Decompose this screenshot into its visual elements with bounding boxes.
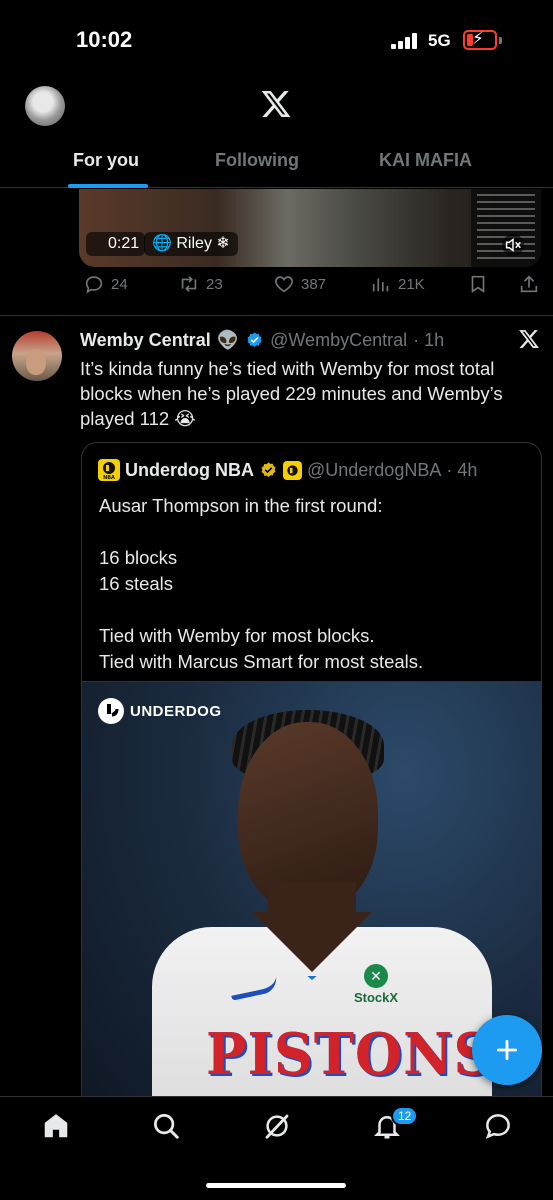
- heart-icon: [275, 276, 293, 293]
- timeline-tabs: For you Following KAI MAFIA: [0, 140, 553, 188]
- profile-avatar[interactable]: [25, 86, 65, 126]
- signal-icon: [391, 33, 417, 49]
- affiliate-badge-icon: [283, 460, 302, 480]
- status-bar: 10:02 5G ⚡: [0, 0, 553, 80]
- home-icon[interactable]: [41, 1111, 71, 1141]
- quote-time: · 4h: [446, 459, 478, 480]
- author-avatar[interactable]: [12, 331, 62, 381]
- sponsor-patch: ✕ StockX: [344, 964, 408, 1005]
- gold-verified-badge-icon: [261, 461, 276, 477]
- network-label: 5G: [428, 31, 451, 50]
- grok-icon[interactable]: [262, 1111, 292, 1141]
- share-icon: [520, 275, 538, 293]
- video-tag: 🌐 Riley ❄: [144, 232, 238, 256]
- x-brand-icon[interactable]: [518, 328, 540, 350]
- views-button[interactable]: 21K: [370, 273, 425, 295]
- charging-icon: ⚡: [472, 29, 484, 48]
- jersey-text: PISTONS: [206, 1020, 494, 1088]
- quote-text: Ausar Thompson in the first round: 16 bl…: [99, 495, 424, 672]
- tweet-text: It’s kinda funny he’s tied with Wemby fo…: [80, 358, 503, 429]
- retweet-icon: [181, 276, 197, 292]
- status-time: 10:02: [76, 27, 133, 52]
- views-icon: [372, 278, 389, 292]
- messages-icon[interactable]: [483, 1111, 513, 1141]
- notifications-badge: 12: [391, 1106, 419, 1126]
- reply-button[interactable]: 24: [83, 273, 128, 295]
- quote-author-handle[interactable]: @UnderdogNBA: [307, 460, 441, 481]
- mute-icon[interactable]: [502, 234, 524, 256]
- video-duration: 0:21: [86, 232, 146, 256]
- svg-text:NBA: NBA: [103, 475, 115, 481]
- verified-badge-icon: [247, 332, 262, 347]
- snowflake-icon: ❄: [216, 235, 230, 252]
- tweet-time: · 1h: [413, 330, 445, 350]
- stockx-icon: ✕: [364, 964, 388, 988]
- home-indicator: [206, 1183, 346, 1188]
- globe-icon: 🌐: [152, 235, 172, 252]
- tab-for-you[interactable]: For you: [73, 150, 139, 171]
- tweet-divider: [0, 315, 553, 316]
- underdog-avatar-icon: NBA: [98, 459, 120, 481]
- tab-following[interactable]: Following: [215, 150, 299, 171]
- alien-emoji: 👽: [216, 330, 240, 350]
- prev-tweet-actions: 24 23 387 21K: [0, 273, 553, 301]
- compose-button[interactable]: [472, 1015, 542, 1085]
- bookmark-icon: [471, 275, 485, 293]
- x-logo-icon[interactable]: [260, 88, 292, 120]
- quote-tweet-card[interactable]: NBA Underdog NBA @UnderdogNBA · 4h Ausar…: [81, 442, 542, 1142]
- retweet-button[interactable]: 23: [178, 273, 223, 295]
- share-button[interactable]: [518, 273, 540, 295]
- like-button[interactable]: 387: [273, 273, 326, 295]
- quote-header: NBA Underdog NBA @UnderdogNBA · 4h: [98, 459, 477, 481]
- active-tab-indicator: [68, 184, 148, 188]
- author-name[interactable]: Wemby Central: [80, 330, 211, 351]
- search-icon[interactable]: [151, 1111, 181, 1141]
- quote-media-image[interactable]: UNDERDOG ✕ StockX PISTONS: [82, 681, 541, 1141]
- tab-kai-mafia[interactable]: KAI MAFIA: [379, 150, 472, 171]
- tweet-header: Wemby Central 👽 @WembyCentral · 1h: [80, 330, 444, 351]
- plus-icon: [496, 1039, 518, 1061]
- author-handle[interactable]: @WembyCentral: [270, 330, 407, 351]
- underdog-logo-icon: [98, 698, 124, 724]
- reply-icon: [85, 276, 103, 294]
- bookmark-button[interactable]: [467, 273, 489, 295]
- quote-author-name[interactable]: Underdog NBA: [125, 460, 254, 481]
- underdog-brand: UNDERDOG: [98, 698, 222, 724]
